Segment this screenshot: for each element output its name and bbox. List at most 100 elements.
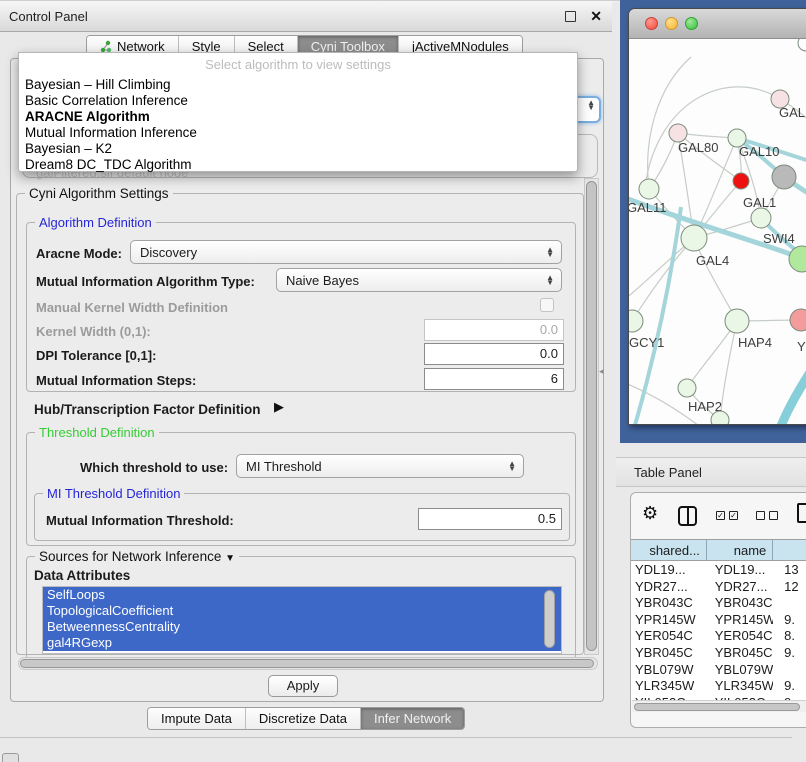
network-node-hap4[interactable] bbox=[725, 309, 749, 333]
network-node-hap2[interactable] bbox=[678, 379, 696, 397]
algorithm-dropdown-placeholder: Select algorithm to view settings bbox=[19, 53, 577, 77]
network-node[interactable] bbox=[772, 165, 796, 189]
kernel-width-field[interactable]: 0.0 bbox=[424, 319, 564, 341]
attribute-item[interactable]: SelfLoops bbox=[43, 587, 561, 603]
network-node-label: GAL80 bbox=[678, 140, 718, 155]
expand-right-icon[interactable]: ▶ bbox=[274, 399, 284, 415]
table-row[interactable]: YBR043CYBR043C bbox=[631, 594, 806, 611]
network-node-label: Y bbox=[797, 339, 806, 354]
mi-type-label: Mutual Information Algorithm Type: bbox=[36, 274, 255, 289]
aracne-mode-value: Discovery bbox=[140, 245, 197, 260]
table-cell: YER054C bbox=[707, 627, 773, 644]
which-threshold-label: Which threshold to use: bbox=[80, 460, 228, 475]
dpi-tolerance-field[interactable]: 0.0 bbox=[424, 343, 564, 365]
panel-resize-handle[interactable]: ◂ bbox=[599, 366, 604, 377]
table-row[interactable]: YBL079WYBL079W bbox=[631, 661, 806, 678]
algorithm-option[interactable]: Mutual Information Inference bbox=[19, 125, 577, 141]
table-row[interactable]: YBR045CYBR045C9. bbox=[631, 644, 806, 661]
mi-steps-field[interactable]: 6 bbox=[424, 368, 564, 390]
network-node-label: GAL1 bbox=[743, 195, 776, 210]
table-row[interactable]: YLR345WYLR345W9. bbox=[631, 677, 806, 694]
network-node-gal11[interactable] bbox=[639, 179, 659, 199]
threshold-definition-title: Threshold Definition bbox=[35, 425, 159, 440]
float-window-icon[interactable] bbox=[565, 11, 576, 22]
network-node-label: GAL11 bbox=[629, 200, 667, 215]
bottom-divider bbox=[0, 737, 792, 738]
collapse-down-icon[interactable]: ▼ bbox=[225, 553, 235, 564]
column-header[interactable]: name bbox=[707, 540, 773, 560]
node-table[interactable]: shared...nameAYDL19...YDL19...13YDR27...… bbox=[631, 539, 806, 700]
network-node-gal1[interactable] bbox=[751, 208, 771, 228]
data-attributes-list[interactable]: SelfLoopsTopologicalCoefficientBetweenne… bbox=[42, 586, 562, 654]
network-node-gal4[interactable] bbox=[681, 225, 707, 251]
table-cell: YDR27... bbox=[707, 578, 773, 595]
zoom-traffic-icon[interactable] bbox=[685, 17, 698, 30]
table-cell: YLR345W bbox=[707, 677, 773, 694]
network-node-swi4[interactable] bbox=[789, 246, 806, 272]
bottom-tab-infer-network[interactable]: Infer Network bbox=[360, 708, 464, 729]
bottom-tab-label: Discretize Data bbox=[259, 711, 347, 726]
mi-type-combobox[interactable]: Naive Bayes ▲▼ bbox=[276, 268, 562, 292]
algorithm-option[interactable]: Basic Correlation Inference bbox=[19, 93, 577, 109]
table-row[interactable]: YPR145WYPR145W9. bbox=[631, 611, 806, 628]
close-icon[interactable]: ✕ bbox=[590, 8, 602, 25]
manual-kernel-checkbox[interactable] bbox=[540, 298, 554, 312]
table-hscrollbar-track[interactable] bbox=[632, 700, 806, 712]
cyni-settings-title: Cyni Algorithm Settings bbox=[25, 186, 173, 201]
network-canvas[interactable]: GALGAL80GAL10GAL11GAL1GAL4SWI4GCY1HAP4YH… bbox=[629, 39, 806, 425]
network-edge bbox=[720, 321, 737, 420]
mi-steps-label: Mutual Information Steps: bbox=[36, 373, 196, 388]
which-threshold-combobox[interactable]: MI Threshold ▲▼ bbox=[236, 454, 524, 478]
split-columns-icon[interactable] bbox=[678, 506, 697, 526]
algorithm-option[interactable]: Dream8 DC_TDC Algorithm bbox=[19, 157, 577, 173]
network-node[interactable] bbox=[733, 173, 749, 189]
table-hscrollbar-thumb[interactable] bbox=[634, 703, 800, 711]
bottom-tab-impute-data[interactable]: Impute Data bbox=[148, 708, 245, 729]
dpi-tolerance-label: DPI Tolerance [0,1]: bbox=[36, 348, 156, 363]
table-cell: 9. bbox=[773, 677, 806, 694]
column-header[interactable]: shared... bbox=[631, 540, 707, 560]
bottom-tab-discretize-data[interactable]: Discretize Data bbox=[245, 708, 360, 729]
network-node-label: GAL4 bbox=[696, 253, 729, 268]
gear-icon[interactable]: ⚙ bbox=[642, 503, 658, 524]
corner-button[interactable] bbox=[2, 753, 19, 762]
network-window-titlebar[interactable] bbox=[629, 9, 806, 39]
settings-hscrollbar-thumb[interactable] bbox=[20, 659, 594, 668]
select-all-columns-icon[interactable]: ✓ ✓ bbox=[716, 511, 738, 520]
attribute-item[interactable]: gal4RGexp bbox=[43, 635, 561, 651]
algorithm-option[interactable]: Bayesian – K2 bbox=[19, 141, 577, 157]
close-traffic-icon[interactable] bbox=[645, 17, 658, 30]
combobox-arrows-icon: ▲▼ bbox=[508, 461, 516, 471]
attribute-item[interactable]: TopologicalCoefficient bbox=[43, 603, 561, 619]
kernel-width-label: Kernel Width (0,1): bbox=[36, 324, 151, 339]
checked-box-icon: ✓ bbox=[729, 511, 738, 520]
apply-button[interactable]: Apply bbox=[268, 675, 338, 697]
hub-definition-toggle[interactable]: Hub/Transcription Factor Definition bbox=[34, 402, 261, 417]
minimize-traffic-icon[interactable] bbox=[665, 17, 678, 30]
algorithm-option[interactable]: Bayesian – Hill Climbing bbox=[19, 77, 577, 93]
network-edge bbox=[629, 238, 694, 301]
algorithm-option[interactable]: ARACNE Algorithm bbox=[19, 109, 577, 125]
table-row[interactable]: YDR27...YDR27...12 bbox=[631, 578, 806, 595]
bottom-tab-label: Infer Network bbox=[374, 711, 451, 726]
attribute-item[interactable]: BetweennessCentrality bbox=[43, 619, 561, 635]
network-node[interactable] bbox=[798, 39, 806, 51]
table-cell: YDR27... bbox=[631, 578, 707, 595]
table-cell: YDL19... bbox=[631, 561, 707, 578]
table-cell: YER054C bbox=[631, 627, 707, 644]
network-node-gcy1[interactable] bbox=[629, 310, 643, 332]
table-panel-header: Table Panel bbox=[616, 457, 806, 487]
deselect-all-columns-icon[interactable] bbox=[756, 511, 778, 520]
document-icon[interactable] bbox=[797, 503, 806, 523]
table-row[interactable]: YDL19...YDL19...13 bbox=[631, 561, 806, 578]
network-node[interactable] bbox=[711, 411, 729, 425]
mi-threshold-field[interactable]: 0.5 bbox=[418, 508, 562, 530]
network-node-y[interactable] bbox=[790, 309, 806, 331]
column-header[interactable]: A bbox=[773, 540, 806, 560]
settings-vscrollbar-thumb[interactable] bbox=[586, 181, 597, 651]
table-row[interactable]: YER054CYER054C8. bbox=[631, 627, 806, 644]
aracne-mode-combobox[interactable]: Discovery ▲▼ bbox=[130, 240, 562, 264]
list-scrollbar-thumb[interactable] bbox=[544, 590, 555, 648]
algorithm-dropdown-items: Bayesian – Hill ClimbingBasic Correlatio… bbox=[19, 77, 577, 173]
table-cell bbox=[773, 661, 806, 678]
